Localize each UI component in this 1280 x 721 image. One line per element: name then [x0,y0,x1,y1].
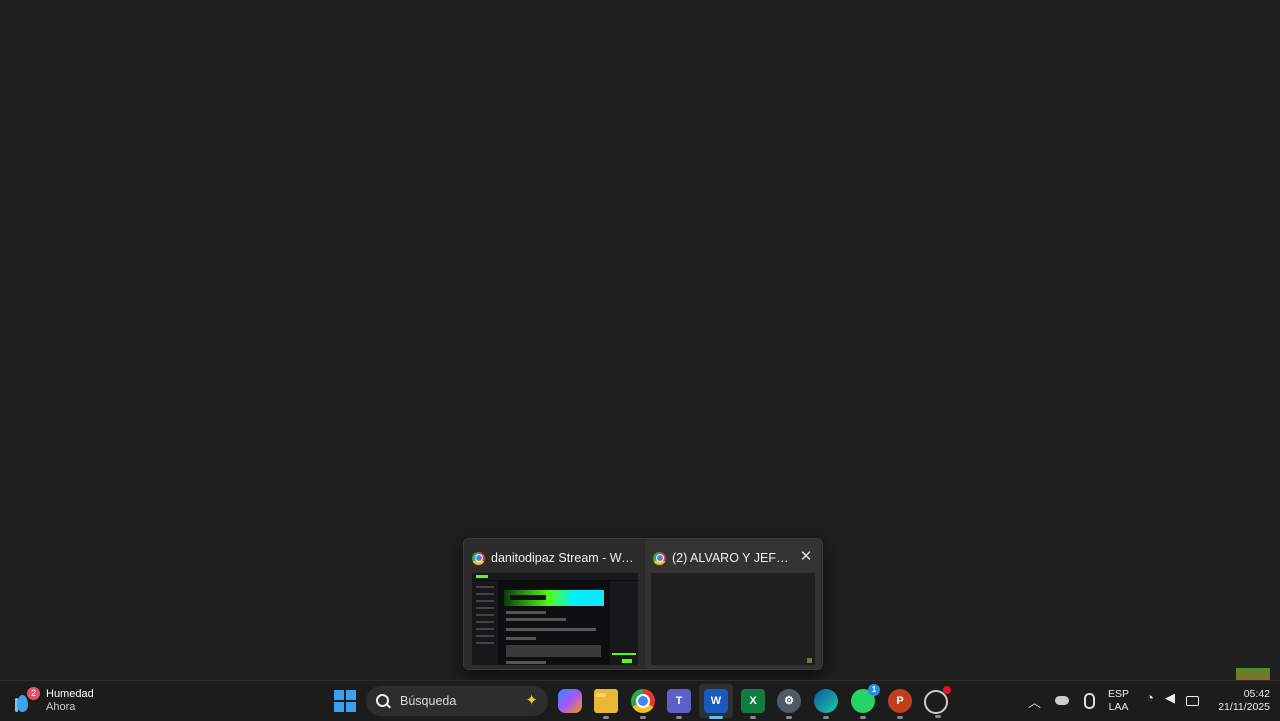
volume-icon[interactable]: ◀ [1165,690,1175,706]
edge-icon[interactable] [814,689,838,719]
teams-icon[interactable]: T [667,689,691,719]
language-indicator[interactable]: ESP LAA [1108,688,1129,714]
preview-line [506,618,566,621]
close-icon[interactable]: ✕ [797,548,815,566]
battery-icon[interactable] [1186,696,1199,706]
copilot-icon[interactable] [558,689,582,713]
alert-dot-icon [943,686,951,694]
weather-widget[interactable]: 2 Humedad Ahora [14,686,94,716]
weather-label: Humedad [46,688,94,700]
preview-topbar [472,573,638,580]
search-icon [376,694,390,708]
preview-line [506,628,596,631]
thumbnail-preview[interactable] [651,573,815,665]
preview-line [506,637,536,640]
thumbnail-title: (2) ALVARO Y JEFFER... [672,551,791,565]
window-thumbnail-2[interactable]: (2) ALVARO Y JEFFER... ✕ [645,539,821,669]
chrome-icon [472,551,485,565]
preview-line [506,661,546,664]
preview-sidebar [472,581,498,665]
chrome-icon [653,551,666,565]
cloud-icon[interactable] [1055,696,1069,705]
chevron-up-icon[interactable]: ︿ [1028,681,1041,721]
language-code: ESP [1108,688,1130,700]
thumbnail-preview[interactable] [472,573,638,665]
preview-block [506,645,601,657]
taskbar-thumbnail-flyout: danitodipaz Stream - Watch... (2) ALVARO… [463,538,823,670]
settings-app-icon[interactable]: ⚙ [777,689,801,719]
excel-icon[interactable]: X [741,689,765,719]
keyboard-layout: LAA [1108,701,1129,713]
preview-line [506,611,546,614]
weather-time: Ahora [46,701,76,713]
humidity-icon: 2 [14,687,40,713]
wifi-icon[interactable]: ◔ [1146,690,1154,705]
preview-accent [612,653,636,655]
notification-badge: 2 [27,687,40,700]
thumbnail-header: (2) ALVARO Y JEFFER... [653,549,791,567]
preview-accent [807,658,812,663]
thumbnail-title: danitodipaz Stream - Watch... [491,551,634,565]
preview-stream-banner [504,590,604,606]
file-explorer-icon[interactable] [594,689,618,719]
desktop-corner-thumbnail[interactable] [1236,668,1270,680]
whatsapp-badge: 1 [868,684,880,696]
start-button[interactable] [334,690,356,712]
preview-accent [622,659,632,663]
thumbnail-header: danitodipaz Stream - Watch... [472,549,634,567]
word-icon[interactable]: W [704,689,728,719]
search-box[interactable]: Búsqueda ✦ [366,686,548,716]
whatsapp-icon[interactable]: 1 [851,684,880,719]
clock-date: 21/11/2025 [1218,701,1270,713]
taskbar: 2 Humedad Ahora Búsqueda ✦ T W X ⚙ 1 P ︿… [0,680,1280,721]
copilot-spark-icon: ✦ [525,692,538,709]
weather-text: Humedad Ahora [46,688,94,714]
window-thumbnail-1[interactable]: danitodipaz Stream - Watch... [464,539,642,669]
microphone-icon[interactable] [1084,693,1095,709]
chrome-icon[interactable] [631,689,655,719]
search-label: Búsqueda [400,694,457,708]
clock[interactable]: 05:42 21/11/2025 [1206,688,1270,714]
clock-time: 05:42 [1243,688,1270,700]
ai-app-icon[interactable] [924,686,951,718]
powerpoint-icon[interactable]: P [888,689,912,719]
